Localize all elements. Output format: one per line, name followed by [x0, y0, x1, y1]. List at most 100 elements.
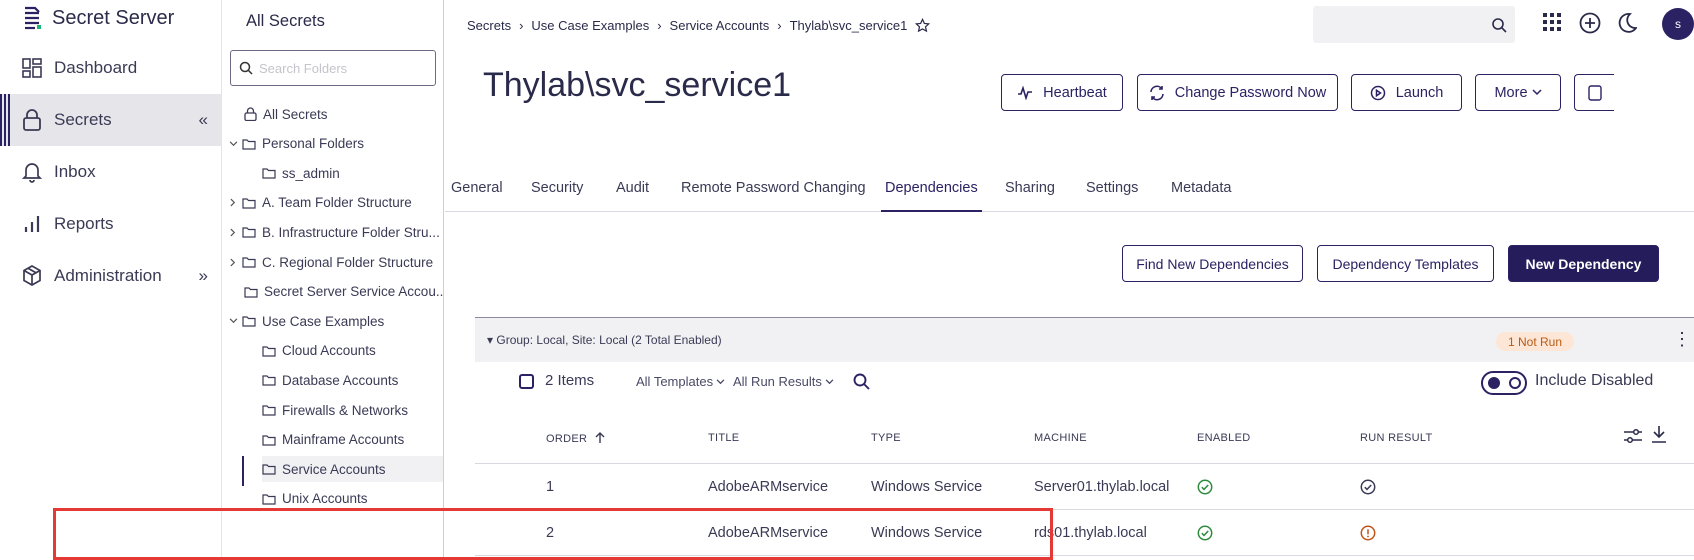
brand[interactable]: Secret Server: [22, 4, 174, 32]
lock-icon: [22, 109, 42, 131]
dark-mode-moon-icon[interactable]: [1617, 12, 1637, 34]
folder-icon: [242, 256, 256, 268]
status-badge: 1 Not Run: [1496, 332, 1575, 351]
column-header-title[interactable]: TITLE: [708, 432, 739, 444]
cell-order: 2: [546, 525, 555, 541]
secret-server-logo-icon: [22, 5, 42, 31]
collapse-chevron-icon[interactable]: «: [199, 110, 208, 130]
more-button[interactable]: More: [1475, 74, 1561, 111]
add-circle-icon[interactable]: [1579, 12, 1601, 34]
nav-item-inbox[interactable]: Inbox: [0, 146, 222, 198]
main-content: Secrets › Use Case Examples › Service Ac…: [445, 0, 1694, 560]
column-settings-sliders-icon[interactable]: [1623, 428, 1643, 444]
folder-tree-item[interactable]: Firewalls & Networks: [262, 397, 408, 423]
tab-sharing[interactable]: Sharing: [1005, 180, 1055, 196]
chevron-right-icon[interactable]: [226, 198, 240, 207]
bell-icon: [22, 161, 42, 183]
chevron-down-icon[interactable]: [226, 318, 240, 324]
tab-settings[interactable]: Settings: [1086, 180, 1138, 196]
table-row[interactable]: 2 AdobeARMservice Windows Service rds01.thy…: [475, 510, 1694, 556]
nav-item-reports[interactable]: Reports: [0, 198, 222, 250]
heartbeat-button[interactable]: Heartbeat: [1001, 74, 1123, 111]
folder-tree-item[interactable]: Database Accounts: [262, 367, 398, 393]
tab-dependencies[interactable]: Dependencies: [881, 180, 982, 212]
new-dependency-button[interactable]: New Dependency: [1508, 245, 1659, 282]
folder-tree-item[interactable]: A. Team Folder Structure: [226, 190, 412, 216]
app-grid-icon[interactable]: [1543, 13, 1561, 31]
folder-tree-item[interactable]: Secret Server Service Accou...: [244, 279, 443, 305]
chevron-right-icon: ›: [777, 18, 782, 33]
nav-item-label: Inbox: [54, 162, 96, 181]
user-avatar[interactable]: s: [1662, 8, 1694, 40]
table-row[interactable]: 1 AdobeARMservice Windows Service Server01.…: [475, 464, 1694, 510]
folder-label: Mainframe Accounts: [282, 432, 405, 448]
global-search-input[interactable]: [1313, 6, 1515, 43]
folder-tree-item[interactable]: Personal Folders: [226, 131, 364, 157]
items-count: 2 Items: [545, 372, 595, 389]
check-circle-icon: [1360, 479, 1376, 495]
tab-general[interactable]: General: [451, 180, 503, 196]
folder-tree-item[interactable]: All Secrets: [244, 101, 328, 127]
chevron-down-icon[interactable]: [226, 141, 240, 147]
folder-label: Firewalls & Networks: [282, 402, 409, 418]
change-password-now-button[interactable]: Change Password Now: [1137, 74, 1338, 111]
breadcrumb-link[interactable]: Secrets: [467, 18, 511, 33]
folder-label: Use Case Examples: [262, 313, 385, 329]
button-label: Change Password Now: [1174, 84, 1327, 101]
download-icon[interactable]: [1651, 425, 1667, 443]
folder-label: C. Regional Folder Structure: [262, 254, 434, 270]
search-icon[interactable]: [853, 373, 870, 390]
folder-tree-item[interactable]: ss_admin: [262, 160, 340, 186]
folder-icon: [262, 167, 276, 179]
favorite-star-icon[interactable]: [915, 18, 931, 33]
folder-tree-item[interactable]: Mainframe Accounts: [262, 427, 404, 453]
folder-tree-item[interactable]: Cloud Accounts: [262, 338, 376, 364]
select-all-checkbox[interactable]: [519, 374, 534, 389]
launch-button[interactable]: Launch: [1351, 74, 1462, 111]
search-icon: [239, 61, 253, 75]
breadcrumb-link[interactable]: Service Accounts: [670, 18, 770, 33]
chevron-right-icon[interactable]: [226, 258, 240, 267]
chevron-right-icon[interactable]: [226, 228, 240, 237]
tab-audit[interactable]: Audit: [616, 180, 649, 196]
folder-icon: [262, 374, 276, 386]
dashboard-icon: [22, 58, 42, 78]
folder-icon: [262, 345, 276, 357]
column-header-run-result[interactable]: RUN RESULT: [1360, 432, 1432, 444]
folder-tree-item[interactable]: C. Regional Folder Structure: [226, 249, 433, 275]
column-header-machine[interactable]: MACHINE: [1034, 432, 1087, 444]
run-result-filter-dropdown[interactable]: All Run Results: [733, 374, 834, 389]
folder-search-box[interactable]: [230, 50, 436, 86]
folder-tree-item[interactable]: Unix Accounts: [262, 486, 368, 512]
template-filter-dropdown[interactable]: All Templates: [636, 374, 725, 389]
dependency-templates-button[interactable]: Dependency Templates: [1317, 245, 1494, 282]
folder-label: Service Accounts: [282, 461, 386, 477]
find-new-dependencies-button[interactable]: Find New Dependencies: [1122, 245, 1303, 282]
include-disabled-toggle[interactable]: [1481, 371, 1527, 395]
tab-remote-password-changing[interactable]: Remote Password Changing: [681, 180, 866, 196]
column-header-type[interactable]: TYPE: [871, 432, 901, 444]
breadcrumb-link[interactable]: Use Case Examples: [531, 18, 649, 33]
nav-item-label: Administration: [54, 266, 162, 285]
kebab-menu-icon[interactable]: ⋮: [1673, 330, 1691, 348]
folder-icon: [262, 404, 276, 416]
info-circle-icon: [1360, 525, 1376, 541]
folder-label: B. Infrastructure Folder Stru...: [262, 224, 440, 240]
folder-tree-item[interactable]: Use Case Examples: [226, 308, 384, 334]
nav-item-dashboard[interactable]: Dashboard: [0, 42, 222, 94]
folder-tree-item[interactable]: B. Infrastructure Folder Stru...: [226, 219, 440, 245]
folder-search-input[interactable]: [259, 60, 419, 76]
side-panel-toggle-button[interactable]: [1574, 74, 1614, 111]
tab-security[interactable]: Security: [531, 180, 583, 196]
column-header-enabled[interactable]: ENABLED: [1197, 432, 1250, 444]
nav-item-secrets[interactable]: Secrets «: [0, 94, 222, 146]
column-header-order[interactable]: ORDER: [546, 432, 605, 445]
expand-chevron-icon[interactable]: »: [199, 266, 208, 286]
nav-item-administration[interactable]: Administration »: [0, 250, 222, 302]
group-label[interactable]: ▾ Group: Local, Site: Local (2 Total Ena…: [487, 333, 722, 347]
include-disabled-label: Include Disabled: [1535, 372, 1654, 389]
tab-metadata[interactable]: Metadata: [1171, 180, 1231, 196]
folder-tree-item[interactable]: Service Accounts: [242, 456, 443, 487]
panel-icon: [1587, 84, 1602, 101]
cell-title: AdobeARMservice: [708, 479, 829, 495]
